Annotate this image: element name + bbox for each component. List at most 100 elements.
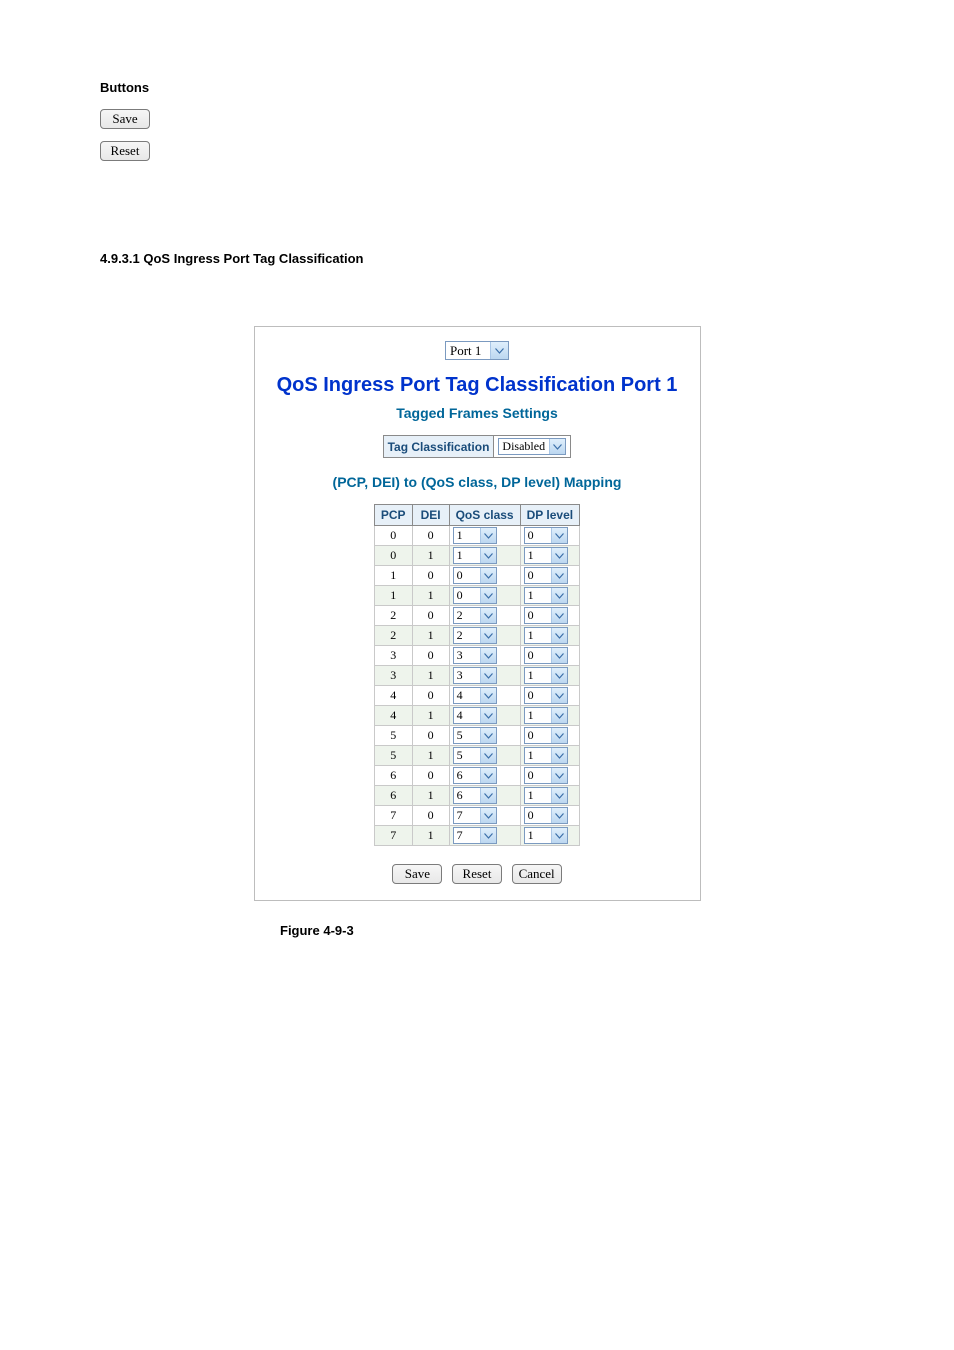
qos-cell: 6 — [449, 786, 520, 806]
dp-level-value: 1 — [525, 548, 551, 563]
dei-value: 0 — [412, 606, 449, 626]
qos-class-select[interactable]: 3 — [453, 647, 497, 664]
table-row: 2121 — [374, 626, 579, 646]
chevron-down-icon — [480, 768, 496, 783]
qos-class-select[interactable]: 5 — [453, 747, 497, 764]
dei-value: 1 — [412, 546, 449, 566]
qos-class-select[interactable]: 0 — [453, 587, 497, 604]
dp-level-select[interactable]: 1 — [524, 547, 568, 564]
qos-class-select[interactable]: 5 — [453, 727, 497, 744]
figure-caption: Figure 4-9-3 — [280, 923, 854, 938]
dp-level-select[interactable]: 0 — [524, 807, 568, 824]
qos-class-value: 5 — [454, 728, 480, 743]
pcp-value: 4 — [374, 686, 412, 706]
pcp-value: 1 — [374, 586, 412, 606]
chevron-down-icon — [551, 728, 567, 743]
qos-cell: 3 — [449, 646, 520, 666]
qos-class-select[interactable]: 4 — [453, 707, 497, 724]
dei-value: 1 — [412, 586, 449, 606]
col-qos: QoS class — [449, 505, 520, 526]
chevron-down-icon — [480, 528, 496, 543]
dei-value: 0 — [412, 566, 449, 586]
qos-cell: 4 — [449, 706, 520, 726]
save-button[interactable]: Save — [392, 864, 442, 884]
qos-cell: 1 — [449, 526, 520, 546]
port-select[interactable]: Port 1 — [445, 341, 509, 360]
dei-value: 0 — [412, 806, 449, 826]
config-panel: Port 1 QoS Ingress Port Tag Classificati… — [254, 326, 701, 901]
save-button-top[interactable]: Save — [100, 109, 150, 129]
qos-class-select[interactable]: 3 — [453, 667, 497, 684]
dp-level-select[interactable]: 1 — [524, 707, 568, 724]
qos-cell: 0 — [449, 586, 520, 606]
chevron-down-icon — [480, 708, 496, 723]
dp-level-value: 0 — [525, 728, 551, 743]
dp-level-select[interactable]: 1 — [524, 827, 568, 844]
dp-level-select[interactable]: 0 — [524, 767, 568, 784]
pcp-value: 3 — [374, 666, 412, 686]
qos-cell: 4 — [449, 686, 520, 706]
qos-class-select[interactable]: 2 — [453, 607, 497, 624]
chevron-down-icon — [551, 528, 567, 543]
tag-classification-value: Disabled — [499, 439, 549, 454]
table-row: 4141 — [374, 706, 579, 726]
section-heading: 4.9.3.1 QoS Ingress Port Tag Classificat… — [100, 251, 854, 266]
col-pcp: PCP — [374, 505, 412, 526]
qos-class-select[interactable]: 7 — [453, 827, 497, 844]
chevron-down-icon — [480, 568, 496, 583]
dei-value: 0 — [412, 726, 449, 746]
reset-button[interactable]: Reset — [452, 864, 502, 884]
reset-button-top[interactable]: Reset — [100, 141, 150, 161]
dp-level-select[interactable]: 1 — [524, 787, 568, 804]
panel-title: QoS Ingress Port Tag Classification Port… — [255, 374, 700, 397]
tag-classification-select[interactable]: Disabled — [498, 438, 566, 455]
tag-classification-cell: Disabled — [494, 436, 571, 458]
table-row: 5050 — [374, 726, 579, 746]
dp-level-select[interactable]: 1 — [524, 747, 568, 764]
pcp-value: 7 — [374, 826, 412, 846]
qos-class-value: 4 — [454, 688, 480, 703]
dp-level-select[interactable]: 1 — [524, 587, 568, 604]
table-row: 3131 — [374, 666, 579, 686]
chevron-down-icon — [551, 708, 567, 723]
qos-class-select[interactable]: 6 — [453, 767, 497, 784]
dp-cell: 0 — [520, 606, 579, 626]
table-row: 4040 — [374, 686, 579, 706]
pcp-value: 4 — [374, 706, 412, 726]
chevron-down-icon — [551, 828, 567, 843]
qos-class-select[interactable]: 7 — [453, 807, 497, 824]
dp-level-select[interactable]: 0 — [524, 527, 568, 544]
dp-level-select[interactable]: 0 — [524, 647, 568, 664]
dp-level-value: 1 — [525, 788, 551, 803]
pcp-value: 3 — [374, 646, 412, 666]
dp-level-select[interactable]: 0 — [524, 607, 568, 624]
qos-class-select[interactable]: 1 — [453, 527, 497, 544]
dp-level-select[interactable]: 1 — [524, 667, 568, 684]
qos-class-value: 3 — [454, 668, 480, 683]
dp-level-select[interactable]: 0 — [524, 567, 568, 584]
table-row: 5151 — [374, 746, 579, 766]
qos-class-select[interactable]: 6 — [453, 787, 497, 804]
dp-level-select[interactable]: 0 — [524, 687, 568, 704]
mapping-table: PCP DEI QoS class DP level 0010011110001… — [374, 504, 580, 846]
qos-cell: 1 — [449, 546, 520, 566]
dp-level-select[interactable]: 0 — [524, 727, 568, 744]
tagged-frames-title: Tagged Frames Settings — [255, 405, 700, 421]
chevron-down-icon — [480, 828, 496, 843]
pcp-value: 5 — [374, 726, 412, 746]
qos-class-select[interactable]: 1 — [453, 547, 497, 564]
pcp-value: 6 — [374, 786, 412, 806]
dp-level-value: 0 — [525, 688, 551, 703]
dp-level-value: 0 — [525, 528, 551, 543]
qos-class-select[interactable]: 4 — [453, 687, 497, 704]
dp-level-select[interactable]: 1 — [524, 627, 568, 644]
dei-value: 1 — [412, 746, 449, 766]
chevron-down-icon — [551, 788, 567, 803]
qos-class-select[interactable]: 0 — [453, 567, 497, 584]
chevron-down-icon — [551, 648, 567, 663]
cancel-button[interactable]: Cancel — [512, 864, 562, 884]
table-row: 0010 — [374, 526, 579, 546]
chevron-down-icon — [549, 439, 565, 454]
qos-class-select[interactable]: 2 — [453, 627, 497, 644]
chevron-down-icon — [551, 568, 567, 583]
